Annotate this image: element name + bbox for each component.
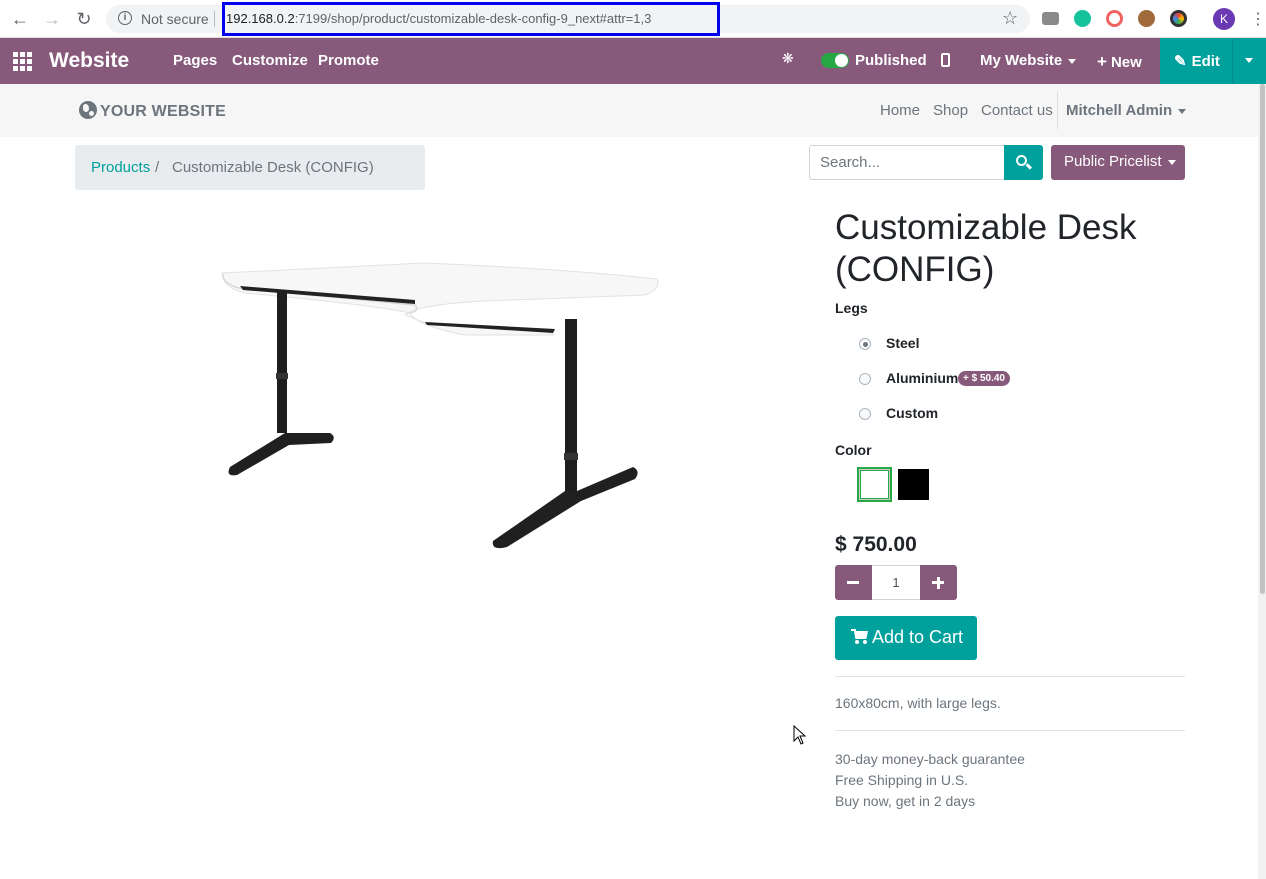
- radio-button[interactable]: [859, 408, 871, 420]
- debug-bug-icon[interactable]: ❋: [782, 50, 794, 67]
- minus-icon: [847, 581, 859, 584]
- term-line: Free Shipping in U.S.: [835, 772, 969, 788]
- nav-contact-us[interactable]: Contact us: [981, 102, 1053, 119]
- option-label: Custom: [886, 405, 939, 421]
- lens-icon[interactable]: [1106, 10, 1123, 27]
- divider: [214, 11, 215, 27]
- my-website-label: My Website: [980, 52, 1063, 69]
- chevron-down-icon: [1167, 159, 1176, 165]
- info-icon[interactable]: i: [118, 11, 132, 25]
- menu-pages[interactable]: Pages: [173, 52, 217, 69]
- quantity-decrease-button[interactable]: [835, 565, 872, 600]
- chevron-down-icon: [1068, 58, 1077, 64]
- published-label: Published: [855, 52, 927, 69]
- url-host: 192.168.0.2: [226, 11, 295, 26]
- edit-button[interactable]: ✎ Edit: [1160, 38, 1232, 84]
- quantity-input[interactable]: [872, 565, 920, 600]
- divider: [1057, 92, 1058, 129]
- security-label: Not secure: [141, 11, 209, 27]
- reload-icon[interactable]: ↻: [73, 8, 95, 30]
- logo-text: YOUR WEBSITE: [100, 103, 226, 120]
- divider: [835, 676, 1185, 677]
- color-swatch-white[interactable]: [859, 469, 890, 500]
- browser-toolbar: ← → ↻ i Not secure 192.168.0.2:7199/shop…: [0, 0, 1266, 38]
- star-icon[interactable]: ☆: [1002, 8, 1018, 29]
- new-label: New: [1110, 54, 1142, 71]
- color-swatch-black[interactable]: [898, 469, 929, 500]
- chevron-down-icon: [1178, 108, 1187, 114]
- monkey-icon[interactable]: [1138, 10, 1155, 27]
- add-to-cart-button[interactable]: Add to Cart: [835, 616, 977, 660]
- breadcrumb-separator: /: [155, 159, 160, 176]
- mouse-cursor-icon: [793, 725, 807, 745]
- forward-icon[interactable]: →: [41, 8, 63, 30]
- user-name: Mitchell Admin: [1066, 102, 1173, 119]
- option-label: Aluminium: [886, 370, 959, 386]
- site-header: YOUR WEBSITE Home Shop Contact us Mitche…: [0, 84, 1266, 137]
- back-icon[interactable]: ←: [9, 8, 31, 30]
- product-description: 160x80cm, with large legs.: [835, 695, 1001, 711]
- globe-icon: [79, 101, 97, 119]
- site-logo[interactable]: YOUR WEBSITE: [79, 101, 226, 121]
- page-scrollbar-thumb[interactable]: [1260, 84, 1265, 594]
- menu-customize[interactable]: Customize: [232, 52, 308, 69]
- color-attribute-label: Color: [835, 442, 872, 458]
- kebab-menu-icon[interactable]: ⋮: [1250, 9, 1266, 29]
- product-title: Customizable Desk (CONFIG): [835, 208, 1137, 289]
- search-button[interactable]: [1004, 145, 1043, 180]
- address-bar[interactable]: i Not secure 192.168.0.2:7199/shop/produ…: [106, 2, 1030, 36]
- chevron-down-icon: [1245, 58, 1253, 63]
- radio-button[interactable]: [859, 373, 871, 385]
- option-label: Steel: [886, 335, 920, 351]
- search-input[interactable]: [809, 145, 1005, 180]
- legs-attribute-label: Legs: [835, 300, 868, 316]
- apps-grid-icon[interactable]: [13, 52, 32, 71]
- pricelist-label: Public Pricelist: [1064, 153, 1162, 170]
- url-path: :7199/shop/product/customizable-desk-con…: [294, 11, 652, 26]
- pencil-icon: ✎: [1174, 53, 1187, 70]
- url-text[interactable]: 192.168.0.2:7199/shop/product/customizab…: [226, 11, 651, 26]
- camera-icon[interactable]: [1042, 12, 1059, 25]
- product-price: $ 750.00: [835, 533, 917, 556]
- new-button[interactable]: + New: [1097, 52, 1142, 72]
- nav-shop[interactable]: Shop: [933, 102, 968, 119]
- my-website-dropdown[interactable]: My Website: [980, 52, 1077, 69]
- breadcrumb-products-link[interactable]: Products: [91, 159, 150, 176]
- term-line: Buy now, get in 2 days: [835, 793, 976, 809]
- plus-icon: +: [1097, 52, 1107, 71]
- mobile-preview-icon[interactable]: [941, 53, 950, 67]
- term-line: 30-day money-back guarantee: [835, 751, 1025, 767]
- grammarly-icon[interactable]: [1074, 10, 1091, 27]
- color-picker-icon[interactable]: [1170, 10, 1187, 27]
- divider: [835, 730, 1185, 731]
- breadcrumb-current: Customizable Desk (CONFIG): [172, 159, 374, 176]
- quantity-increase-button[interactable]: [920, 565, 957, 600]
- profile-avatar[interactable]: K: [1213, 8, 1235, 30]
- radio-button[interactable]: [859, 338, 871, 350]
- odoo-topbar: Website Pages Customize Promote ❋ Publis…: [0, 38, 1266, 84]
- add-to-cart-label: Add to Cart: [872, 627, 964, 647]
- product-terms: 30-day money-back guarantee Free Shippin…: [835, 749, 1025, 812]
- published-toggle[interactable]: [821, 53, 849, 68]
- menu-promote[interactable]: Promote: [318, 52, 379, 69]
- price-extra-badge: + $ 50.40: [958, 371, 1010, 386]
- nav-home[interactable]: Home: [880, 102, 920, 119]
- edit-label: Edit: [1191, 53, 1220, 70]
- app-title[interactable]: Website: [49, 49, 129, 73]
- shopping-cart-icon: [851, 628, 869, 644]
- edit-dropdown-toggle[interactable]: [1232, 38, 1266, 84]
- breadcrumb: Products / Customizable Desk (CONFIG): [75, 145, 425, 190]
- user-menu[interactable]: Mitchell Admin: [1066, 102, 1187, 119]
- product-image: [222, 262, 659, 549]
- pricelist-dropdown[interactable]: Public Pricelist: [1051, 145, 1185, 180]
